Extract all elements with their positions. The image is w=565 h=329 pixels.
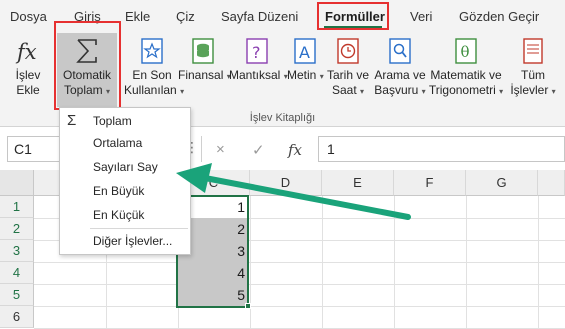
- book-icon: [505, 36, 561, 66]
- text-functions-button[interactable]: A Metin ▾: [287, 36, 324, 84]
- tab-formulas[interactable]: Formüller: [325, 9, 385, 24]
- chevron-down-icon: ▾: [551, 87, 556, 96]
- chevron-down-icon: ▾: [180, 87, 185, 96]
- chevron-down-icon: ▾: [499, 87, 504, 96]
- tab-review[interactable]: Gözden Geçir: [459, 9, 539, 24]
- formula-input[interactable]: 1: [318, 136, 565, 162]
- tab-home[interactable]: Giriş: [74, 9, 101, 24]
- menu-item-max[interactable]: En Büyük: [60, 180, 190, 202]
- menu-item-count-numbers[interactable]: Sayıları Say: [60, 156, 190, 178]
- select-all-corner[interactable]: [0, 170, 34, 196]
- row-header-4[interactable]: 4: [0, 262, 34, 284]
- column-header-d[interactable]: D: [250, 170, 322, 196]
- row-header-2[interactable]: 2: [0, 218, 34, 240]
- sigma-icon: Σ: [67, 112, 77, 129]
- coins-icon: [178, 36, 228, 66]
- confirm-icon[interactable]: ✓: [252, 141, 265, 159]
- logical-button[interactable]: ? Mantıksal ▾: [229, 36, 288, 84]
- autosum-dropdown-menu: Σ Toplam Ortalama Sayıları Say En Büyük …: [59, 107, 191, 255]
- question-icon: ?: [229, 36, 285, 66]
- sigma-icon: [57, 36, 117, 66]
- menu-separator: [90, 228, 188, 229]
- tab-page-layout[interactable]: Sayfa Düzeni: [221, 9, 298, 24]
- tab-data[interactable]: Veri: [410, 9, 432, 24]
- chevron-down-icon: ▾: [360, 87, 365, 96]
- active-tab-indicator: [324, 26, 382, 29]
- cell-c4[interactable]: 4: [178, 262, 249, 284]
- letter-a-icon: A: [287, 36, 323, 66]
- recently-used-button[interactable]: En Son Kullanılan ▾: [124, 36, 184, 99]
- fx-icon[interactable]: fx: [288, 141, 302, 159]
- row-header-3[interactable]: 3: [0, 240, 34, 262]
- magnifier-icon: [372, 36, 428, 66]
- tab-draw[interactable]: Çiz: [176, 9, 195, 24]
- column-header-f[interactable]: F: [394, 170, 466, 196]
- column-header-e[interactable]: E: [322, 170, 394, 196]
- financial-button[interactable]: Finansal ▾: [178, 36, 231, 84]
- math-trig-button[interactable]: θ Matematik ve Trigonometri ▾: [428, 36, 504, 99]
- svg-text:?: ?: [252, 43, 261, 62]
- svg-text:A: A: [299, 43, 310, 62]
- menu-item-more-functions[interactable]: Diğer İşlevler...: [60, 230, 190, 252]
- tab-insert[interactable]: Ekle: [125, 9, 150, 24]
- fill-handle[interactable]: [245, 303, 251, 309]
- svg-text:fx: fx: [15, 40, 37, 64]
- menu-item-sum[interactable]: Σ Toplam: [60, 110, 190, 132]
- lookup-reference-button[interactable]: Arama ve Başvuru ▾: [372, 36, 428, 99]
- tab-file[interactable]: Dosya: [10, 9, 47, 24]
- ribbon-tab-bar: Dosya Giriş Ekle Çiz Sayfa Düzeni Formül…: [0, 0, 565, 33]
- column-header-h[interactable]: [538, 170, 565, 196]
- row-header-5[interactable]: 5: [0, 284, 34, 306]
- fx-icon: fx: [6, 36, 50, 66]
- chevron-down-icon: ▾: [421, 87, 426, 96]
- svg-text:θ: θ: [461, 43, 470, 61]
- insert-function-button[interactable]: fx İşlev Ekle: [6, 36, 50, 98]
- star-icon: [124, 36, 180, 66]
- row-header-6[interactable]: 6: [0, 306, 34, 328]
- row-header-1[interactable]: 1: [0, 196, 34, 218]
- autosum-button[interactable]: Otomatik Toplam ▾: [57, 33, 117, 107]
- column-header-g[interactable]: G: [466, 170, 538, 196]
- menu-item-min[interactable]: En Küçük: [60, 204, 190, 226]
- menu-item-average[interactable]: Ortalama: [60, 132, 190, 154]
- date-time-button[interactable]: Tarih ve Saat ▾: [325, 36, 371, 99]
- more-functions-button[interactable]: Tüm İşlevler ▾: [505, 36, 561, 99]
- chevron-down-icon: ▾: [319, 72, 324, 81]
- formula-divider: [201, 136, 202, 162]
- theta-icon: θ: [428, 36, 504, 66]
- cancel-icon[interactable]: ×: [216, 141, 225, 158]
- chevron-down-icon: ▾: [106, 87, 111, 96]
- clock-icon: [325, 36, 371, 66]
- cell-c5[interactable]: 5: [178, 284, 249, 306]
